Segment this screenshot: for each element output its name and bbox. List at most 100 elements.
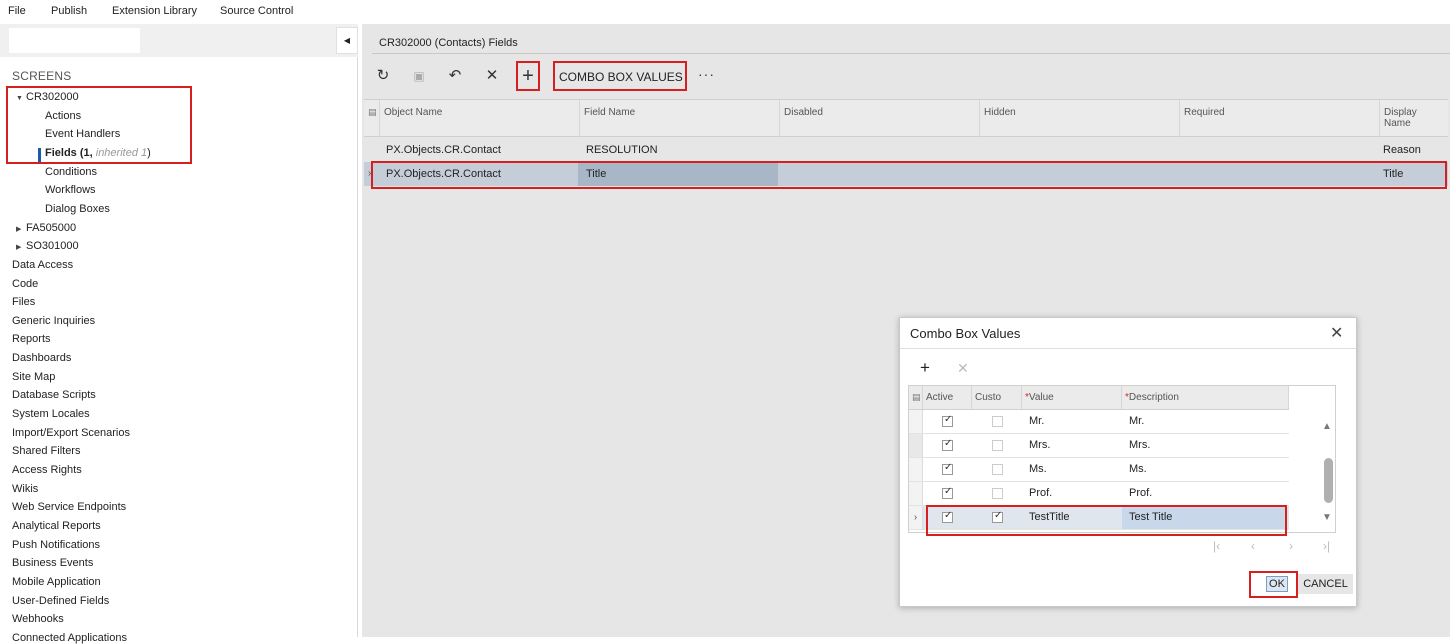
list-item[interactable]: Ms. Ms. [909, 458, 1289, 482]
menu-extension-library[interactable]: Extension Library [112, 5, 197, 17]
first-page-icon[interactable]: |‹ [1213, 539, 1220, 553]
menu-publish[interactable]: Publish [51, 5, 87, 17]
column-display-name[interactable]: Display Name [1380, 100, 1450, 137]
chevron-right-icon[interactable]: ▶ [16, 225, 26, 233]
list-item[interactable]: Mrs. Mrs. [909, 434, 1289, 458]
custom-checkbox[interactable] [992, 464, 1003, 475]
sidebar-item-site-map[interactable]: Site Map [12, 371, 55, 383]
cell-display-name: Title [1383, 168, 1404, 180]
sidebar-item-wikis[interactable]: Wikis [12, 483, 38, 495]
tree-screen-cr302000[interactable]: ▼ CR302000 [16, 91, 79, 103]
grid-settings-icon[interactable]: ▤ [364, 100, 380, 137]
grid-header: ▤ Object Name Field Name Disabled Hidden… [364, 99, 1448, 137]
sidebar-item-dashboards[interactable]: Dashboards [12, 352, 71, 364]
menu-source-control[interactable]: Source Control [220, 5, 293, 17]
grid-settings-icon[interactable]: ▤ [909, 386, 923, 409]
cell-object-name: PX.Objects.CR.Contact [386, 144, 501, 156]
chevron-right-icon[interactable]: ▶ [16, 243, 26, 251]
sidebar-search-input[interactable] [8, 27, 141, 54]
sidebar-item-connected-applications[interactable]: Connected Applications [12, 632, 127, 644]
selected-indicator [38, 148, 41, 163]
table-row[interactable]: PX.Objects.CR.Contact RESOLUTION Reason [364, 138, 1448, 162]
scroll-thumb[interactable] [1324, 458, 1333, 503]
table-row-selected[interactable]: › PX.Objects.CR.Contact Title Title [364, 162, 1448, 186]
sidebar-item-files[interactable]: Files [12, 296, 35, 308]
column-field-name[interactable]: Field Name [580, 100, 780, 137]
sidebar-item-data-access[interactable]: Data Access [12, 259, 73, 271]
screens-header: SCREENS [12, 69, 72, 83]
chevron-down-icon[interactable]: ▼ [16, 95, 26, 102]
refresh-icon[interactable]: ↻ [371, 64, 395, 88]
more-icon[interactable]: ··· [698, 66, 715, 82]
tree-screen-fa505000[interactable]: ▶ FA505000 [16, 222, 76, 234]
scroll-down-icon[interactable]: ▼ [1322, 512, 1332, 523]
tree-screen-label: FA505000 [26, 222, 77, 234]
sidebar-item-user-defined-fields[interactable]: User-Defined Fields [12, 595, 109, 607]
sidebar-item-access-rights[interactable]: Access Rights [12, 464, 82, 476]
delete-icon[interactable]: ✕ [480, 64, 504, 88]
list-item[interactable]: Mr. Mr. [909, 410, 1289, 434]
vertical-scrollbar[interactable]: ▲ ▼ [1322, 413, 1336, 531]
add-row-icon[interactable]: + [920, 358, 930, 378]
sidebar-item-database-scripts[interactable]: Database Scripts [12, 389, 96, 401]
cell-description[interactable]: Test Title [1122, 506, 1287, 529]
list-item-selected[interactable]: › TestTitle Test Title [909, 506, 1289, 530]
custom-checkbox[interactable] [992, 416, 1003, 427]
add-icon[interactable]: + [516, 64, 540, 88]
tree-item-conditions[interactable]: Conditions [45, 166, 97, 178]
next-page-icon[interactable]: › [1289, 539, 1293, 553]
sidebar-item-analytical-reports[interactable]: Analytical Reports [12, 520, 101, 532]
tree-screen-label: SO301000 [26, 240, 79, 252]
active-checkbox[interactable] [942, 510, 953, 523]
save-icon[interactable]: ▣ [407, 64, 431, 88]
sidebar-item-import-export[interactable]: Import/Export Scenarios [12, 427, 130, 439]
last-page-icon[interactable]: ›| [1323, 539, 1330, 553]
active-checkbox[interactable] [942, 486, 953, 499]
sidebar-item-web-service-endpoints[interactable]: Web Service Endpoints [12, 501, 126, 513]
sidebar-item-shared-filters[interactable]: Shared Filters [12, 445, 80, 457]
menu-bar: File Publish Extension Library Source Co… [0, 0, 1450, 24]
tree-item-workflows[interactable]: Workflows [45, 184, 96, 196]
active-checkbox[interactable] [942, 438, 953, 451]
column-custom[interactable]: Custo [972, 386, 1022, 409]
sidebar-item-webhooks[interactable]: Webhooks [12, 613, 64, 625]
combo-box-values-button[interactable]: COMBO BOX VALUES [559, 70, 683, 84]
column-disabled[interactable]: Disabled [780, 100, 980, 137]
custom-checkbox[interactable] [992, 510, 1003, 523]
list-item[interactable]: Prof. Prof. [909, 482, 1289, 506]
cancel-button[interactable]: CANCEL [1298, 574, 1353, 594]
column-hidden[interactable]: Hidden [980, 100, 1180, 137]
column-object-name[interactable]: Object Name [380, 100, 580, 137]
tree-item-dialog-boxes[interactable]: Dialog Boxes [45, 203, 110, 215]
sidebar-item-business-events[interactable]: Business Events [12, 557, 93, 569]
tree-item-actions[interactable]: Actions [45, 110, 81, 122]
tree-item-fields[interactable]: Fields (1, inherited 1) [45, 147, 151, 159]
ok-button[interactable]: OK [1266, 576, 1288, 592]
column-description[interactable]: *Description [1122, 386, 1289, 409]
close-icon[interactable]: ✕ [1330, 323, 1343, 343]
cell-object-name: PX.Objects.CR.Contact [386, 168, 501, 180]
sidebar-item-system-locales[interactable]: System Locales [12, 408, 90, 420]
sidebar-item-generic-inquiries[interactable]: Generic Inquiries [12, 315, 95, 327]
cell-value[interactable]: TestTitle [1029, 506, 1070, 529]
column-required[interactable]: Required [1180, 100, 1380, 137]
cell-field-name[interactable]: Title [578, 162, 778, 186]
active-checkbox[interactable] [942, 462, 953, 475]
sidebar-item-reports[interactable]: Reports [12, 333, 51, 345]
menu-file[interactable]: File [8, 5, 26, 17]
collapse-sidebar-icon[interactable]: ◀ [336, 27, 358, 54]
column-value[interactable]: *Value [1022, 386, 1122, 409]
undo-icon[interactable]: ↶ [443, 64, 467, 88]
sidebar-item-mobile-application[interactable]: Mobile Application [12, 576, 101, 588]
scroll-up-icon[interactable]: ▲ [1322, 421, 1332, 432]
custom-checkbox[interactable] [992, 488, 1003, 499]
tree-item-event-handlers[interactable]: Event Handlers [45, 128, 120, 140]
tree-screen-so301000[interactable]: ▶ SO301000 [16, 240, 79, 252]
active-checkbox[interactable] [942, 414, 953, 427]
sidebar-item-code[interactable]: Code [12, 278, 38, 290]
custom-checkbox[interactable] [992, 440, 1003, 451]
delete-row-icon[interactable]: ✕ [957, 360, 969, 377]
prev-page-icon[interactable]: ‹ [1251, 539, 1255, 553]
column-active[interactable]: Active [923, 386, 972, 409]
sidebar-item-push-notifications[interactable]: Push Notifications [12, 539, 100, 551]
